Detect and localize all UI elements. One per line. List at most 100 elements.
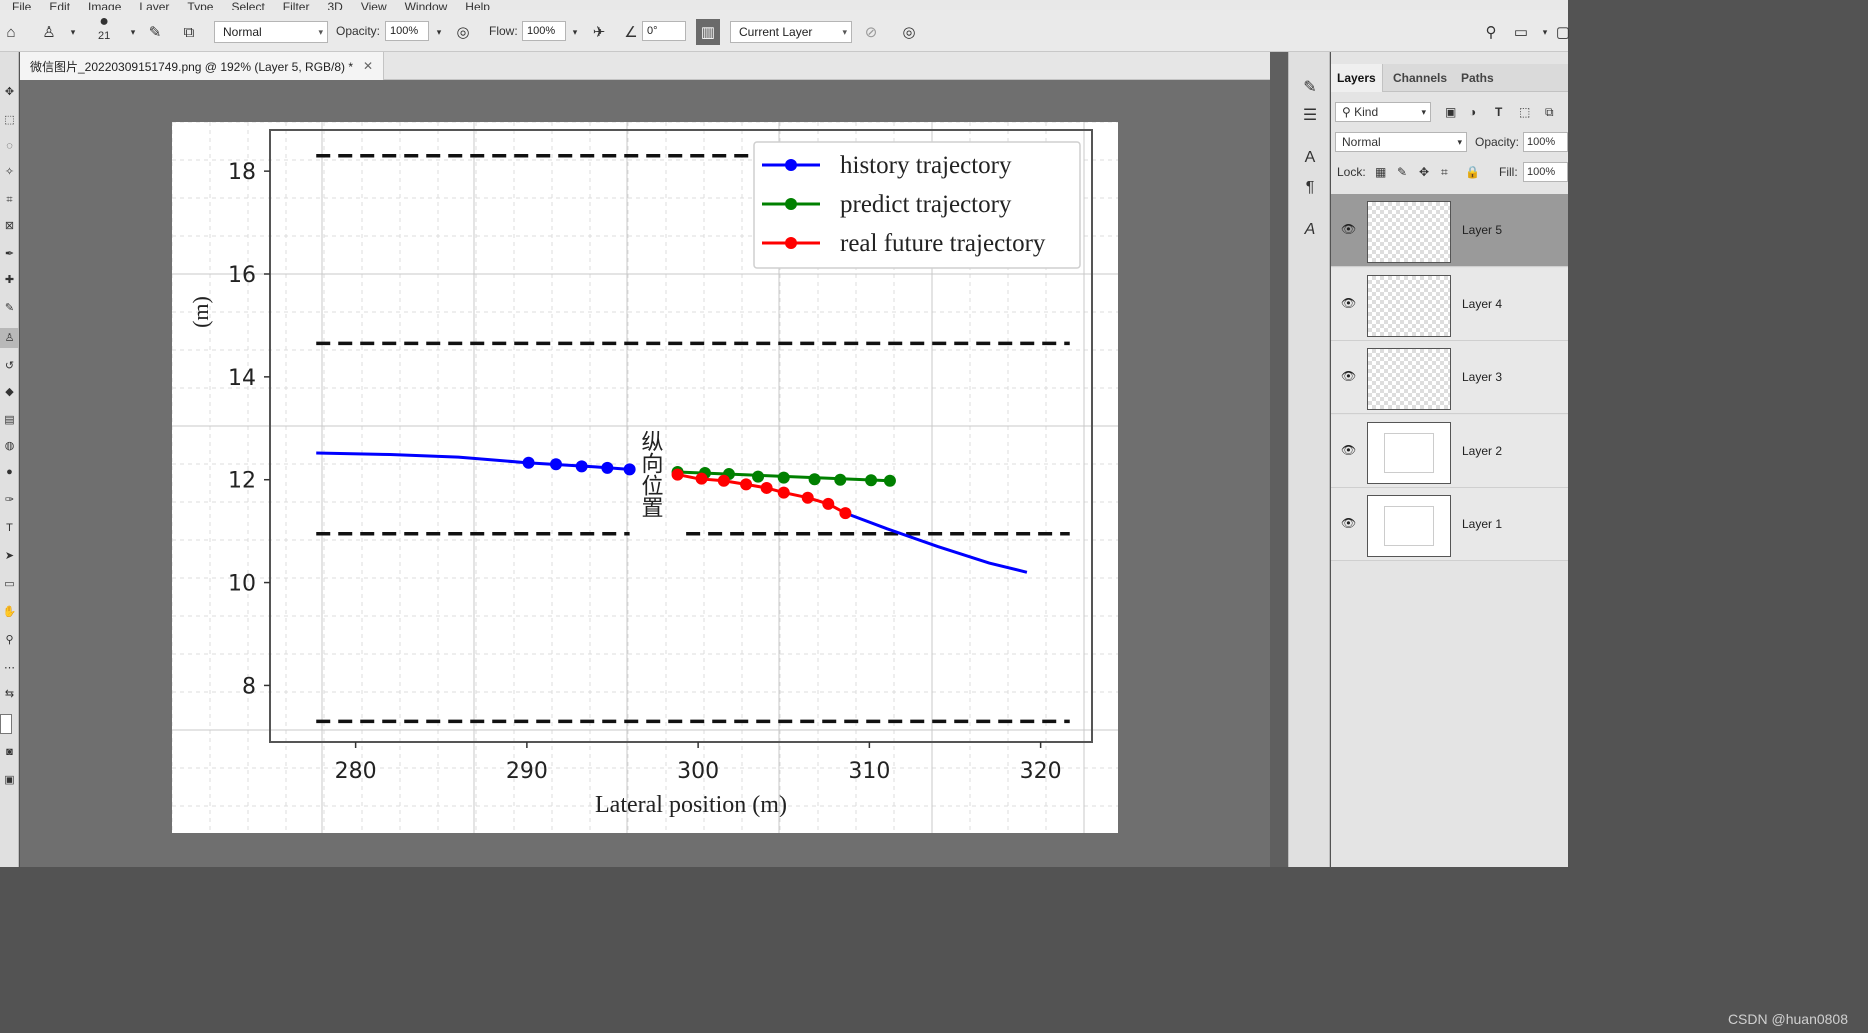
tab-paths[interactable]: Paths — [1455, 64, 1500, 92]
x-axis-label: Lateral position (m) — [595, 792, 787, 818]
y-tick-label: 12 — [228, 469, 256, 494]
lasso-tool-icon[interactable]: ◌ — [0, 136, 19, 156]
layer-row[interactable]: 👁 Layer 4 — [1331, 267, 1568, 341]
type-tool-icon[interactable]: T — [0, 518, 19, 538]
lock-all-icon[interactable]: 🔒 — [1465, 165, 1480, 179]
move-tool-icon[interactable]: ✥ — [0, 82, 19, 102]
home-icon[interactable]: ⌂ — [0, 22, 22, 42]
menu-item-select[interactable]: Select — [231, 1, 264, 10]
clone-stamp-icon[interactable]: ♙ — [38, 22, 60, 42]
lock-artboard-icon[interactable]: ⌗ — [1441, 165, 1448, 180]
brush-tool-icon[interactable]: ✎ — [0, 298, 19, 318]
pressure-size-icon[interactable]: ◎ — [898, 22, 920, 42]
crop-tool-icon[interactable]: ⌗ — [0, 190, 19, 210]
menu-item-view[interactable]: View — [361, 1, 387, 10]
workspace-icon[interactable]: ▭ — [1510, 22, 1532, 42]
blend-mode-dropdown[interactable]: Normal ▾ — [1335, 132, 1467, 152]
eraser-tool-icon[interactable]: ◆ — [0, 382, 19, 402]
document-canvas[interactable]: 280 290 300 310 320 8 10 12 14 16 18 Lateral positi… — [172, 122, 1118, 833]
lock-transparent-icon[interactable]: ▦ — [1375, 165, 1386, 179]
pen-tool-icon[interactable]: ✑ — [0, 490, 19, 510]
healing-brush-icon[interactable]: ✚ — [0, 270, 19, 290]
visibility-eye-icon[interactable]: 👁 — [1341, 369, 1356, 383]
menu-item-3d[interactable]: 3D — [327, 1, 342, 10]
quick-mask-icon[interactable]: ◙ — [0, 742, 19, 762]
more-tools-icon[interactable]: ⋯ — [0, 658, 19, 678]
search-icon[interactable]: ⚲ — [1480, 22, 1502, 42]
glyphs-panel-icon[interactable]: A — [1297, 218, 1323, 242]
swap-colors-icon[interactable]: ⇆ — [0, 684, 19, 704]
shape-filter-icon[interactable]: ⬚ — [1519, 105, 1530, 119]
rectangle-tool-icon[interactable]: ▭ — [0, 574, 19, 594]
history-brush-icon[interactable]: ↺ — [0, 356, 19, 376]
dodge-tool-icon[interactable]: ● — [0, 462, 19, 482]
character-panel-icon[interactable]: A — [1297, 146, 1323, 170]
background-color-swatch[interactable] — [0, 714, 12, 734]
brush-settings-icon[interactable]: ✎ — [144, 22, 166, 42]
layer-row[interactable]: 👁 Layer 5 — [1331, 194, 1568, 267]
panel-icon-strip: ✎ ☰ A ¶ A — [1288, 52, 1330, 867]
menu-item-file[interactable]: File — [12, 1, 31, 10]
chevron-down-icon[interactable]: ▾ — [564, 22, 586, 42]
series-line — [844, 511, 1028, 574]
magic-wand-icon[interactable]: ✧ — [0, 162, 19, 182]
sample-dropdown[interactable]: Current Layer ▾ — [730, 21, 852, 43]
opacity-input[interactable]: 100% — [385, 21, 429, 41]
clone-source-icon[interactable]: ⧉ — [178, 22, 200, 42]
path-select-icon[interactable]: ➤ — [0, 546, 19, 566]
ignore-adjustment-icon[interactable]: ⊘ — [860, 22, 882, 42]
layer-row[interactable]: 👁 Layer 1 — [1331, 488, 1568, 561]
gradient-tool-icon[interactable]: ▤ — [0, 410, 19, 430]
smart-object-filter-icon[interactable]: ⧉ — [1545, 105, 1554, 120]
canvas-area[interactable]: 280 290 300 310 320 8 10 12 14 16 18 Lateral positi… — [20, 80, 1270, 867]
adjustments-panel-icon[interactable]: ☰ — [1297, 104, 1323, 128]
clone-stamp-tool-icon[interactable]: ♙ — [0, 328, 19, 348]
document-tab[interactable]: 微信图片_20220309151749.png @ 192% (Layer 5,… — [20, 52, 385, 80]
type-filter-icon[interactable]: T — [1495, 105, 1502, 119]
visibility-eye-icon[interactable]: 👁 — [1341, 296, 1356, 310]
chevron-down-icon[interactable]: ▾ — [62, 22, 84, 42]
kind-filter-dropdown[interactable]: ⚲ Kind ▾ — [1335, 102, 1431, 122]
menu-item-filter[interactable]: Filter — [283, 1, 310, 10]
menu-item-edit[interactable]: Edit — [49, 1, 70, 10]
vertical-scrollbar[interactable] — [1270, 52, 1288, 867]
paragraph-panel-icon[interactable]: ¶ — [1297, 176, 1323, 200]
adjustment-filter-icon[interactable]: ◑ — [1469, 105, 1476, 119]
lock-pixels-icon[interactable]: ✎ — [1397, 165, 1407, 179]
menu-item-image[interactable]: Image — [88, 1, 121, 10]
menu-item-window[interactable]: Window — [405, 1, 448, 10]
layer-opacity-input[interactable]: 100% — [1523, 132, 1568, 152]
airbrush-icon[interactable]: ✈ — [588, 22, 610, 42]
layer-row[interactable]: 👁 Layer 2 — [1331, 414, 1568, 488]
flow-input[interactable]: 100% — [522, 21, 566, 41]
zoom-tool-icon[interactable]: ⚲ — [0, 630, 19, 650]
screen-mode-icon[interactable]: ▣ — [0, 770, 19, 790]
visibility-eye-icon[interactable]: 👁 — [1341, 516, 1356, 530]
menu-item-type[interactable]: Type — [187, 1, 213, 10]
tab-channels[interactable]: Channels — [1387, 64, 1453, 92]
tab-layers[interactable]: Layers — [1331, 64, 1383, 92]
pressure-opacity-icon[interactable]: ◎ — [452, 22, 474, 42]
fill-input[interactable]: 100% — [1523, 162, 1568, 182]
angle-input[interactable]: 0° — [642, 21, 686, 41]
close-icon[interactable]: ✕ — [363, 59, 373, 73]
marquee-tool-icon[interactable]: ⬚ — [0, 110, 19, 130]
brush-settings-panel-icon[interactable]: ✎ — [1297, 76, 1323, 100]
visibility-eye-icon[interactable]: 👁 — [1341, 443, 1356, 457]
menu-item-layer[interactable]: Layer — [139, 1, 169, 10]
chevron-down-icon[interactable]: ▾ — [122, 22, 144, 42]
eyedropper-icon[interactable]: ✒ — [0, 244, 19, 264]
share-icon[interactable]: ▢ — [1552, 22, 1574, 42]
lock-position-icon[interactable]: ✥ — [1419, 165, 1429, 179]
blur-tool-icon[interactable]: ◍ — [0, 436, 19, 456]
chevron-down-icon[interactable]: ▾ — [428, 22, 450, 42]
brush-preset-picker[interactable]: ● 21 — [98, 14, 110, 50]
visibility-eye-icon[interactable]: 👁 — [1341, 222, 1356, 236]
aligned-icon[interactable]: ▥ — [696, 19, 720, 45]
layer-row[interactable]: 👁 Layer 3 — [1331, 341, 1568, 414]
hand-tool-icon[interactable]: ✋ — [0, 602, 19, 622]
pixel-filter-icon[interactable]: ▣ — [1445, 105, 1456, 119]
menu-item-help[interactable]: Help — [465, 1, 490, 10]
mode-dropdown[interactable]: Normal ▾ — [214, 21, 328, 43]
frame-tool-icon[interactable]: ⊠ — [0, 216, 19, 236]
